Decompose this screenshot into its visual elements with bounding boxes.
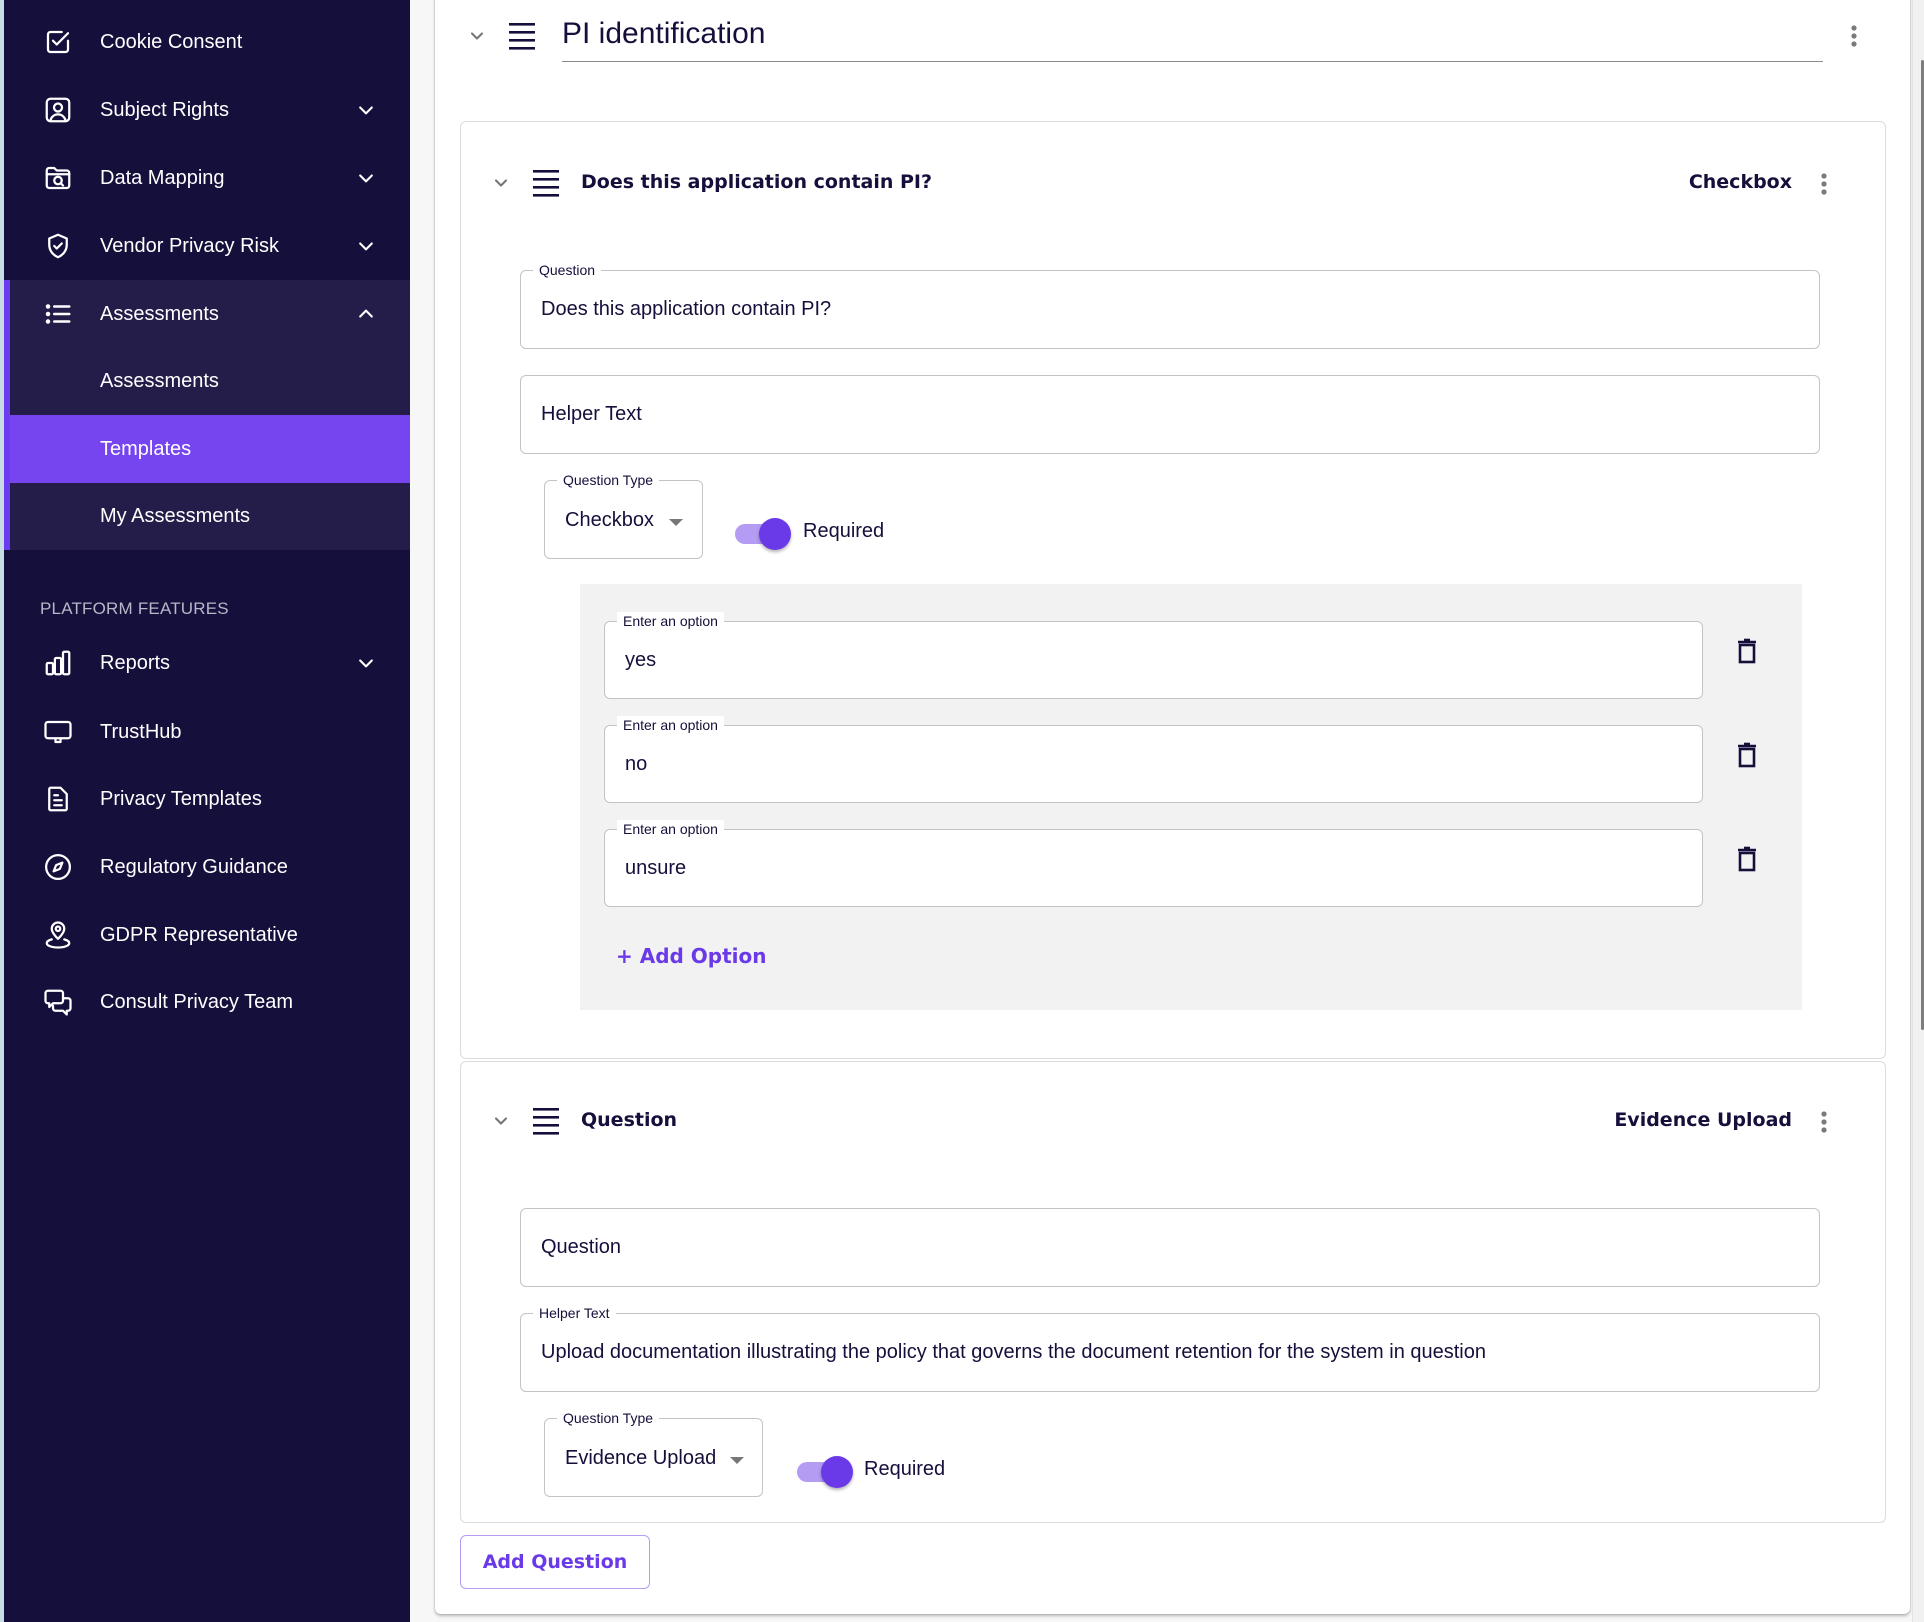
question-text-input[interactable] (541, 271, 1799, 348)
sidebar-item-label: Vendor Privacy Risk (100, 234, 279, 257)
sidebar-item-privacy-templates[interactable]: Privacy Templates (4, 765, 410, 833)
add-question-button[interactable]: Add Question (460, 1535, 650, 1589)
delete-option-trash-icon[interactable] (1732, 636, 1762, 666)
required-toggle[interactable] (733, 514, 793, 550)
sidebar-subitem-assessments[interactable]: Assessments (10, 347, 410, 415)
sidebar-item-subject-rights[interactable]: Subject Rights (4, 76, 410, 144)
user-portrait-icon (41, 93, 75, 127)
question-header-title: Does this application contain PI? (581, 171, 933, 193)
sidebar-item-label: Assessments (100, 302, 219, 325)
chevron-up-icon[interactable] (354, 302, 378, 326)
add-option-button[interactable]: + Add Option (616, 944, 767, 968)
question-header-type: Evidence Upload (1614, 1109, 1792, 1131)
toggle-thumb (821, 1456, 853, 1488)
field-label: Question Type (557, 471, 660, 489)
sidebar-item-gdpr-representative[interactable]: GDPR Representative (4, 901, 410, 969)
field-label: Question Type (557, 1409, 660, 1427)
chevron-down-icon[interactable] (354, 166, 378, 190)
sidebar-item-label: GDPR Representative (100, 923, 298, 946)
question-collapse-chevron-icon[interactable] (488, 1108, 514, 1134)
question-text-field[interactable] (520, 1208, 1820, 1287)
document-icon (41, 782, 75, 816)
required-toggle[interactable] (795, 1452, 855, 1488)
sidebar-subitem-templates[interactable]: Templates (10, 415, 410, 483)
sidebar-item-label: Data Mapping (100, 166, 225, 189)
delete-option-trash-icon[interactable] (1732, 740, 1762, 770)
helper-text-input[interactable] (541, 1314, 1799, 1391)
option-input[interactable] (625, 622, 1682, 698)
sidebar-item-trusthub[interactable]: TrustHub (4, 698, 410, 766)
shield-check-icon (41, 229, 75, 263)
question-text-input[interactable] (541, 1209, 1799, 1286)
option-input[interactable] (625, 830, 1682, 906)
monitor-icon (41, 715, 75, 749)
option-field[interactable]: Enter an option (604, 820, 1703, 907)
sidebar-item-label: Regulatory Guidance (100, 855, 288, 878)
bar-chart-icon (41, 646, 75, 680)
location-pin-icon (41, 918, 75, 952)
helper-text-field[interactable] (520, 375, 1820, 454)
sidebar-subitem-my-assessments[interactable]: My Assessments (10, 482, 410, 550)
question-header-title: Question (581, 1109, 678, 1131)
drag-handle-icon[interactable] (506, 18, 538, 54)
question-drag-handle-icon[interactable] (532, 167, 560, 199)
chevron-down-icon[interactable] (354, 234, 378, 258)
chevron-down-icon[interactable] (354, 98, 378, 122)
sidebar-item-assessments-group[interactable]: Assessments (4, 280, 410, 348)
sidebar-item-consult-privacy-team[interactable]: Consult Privacy Team (4, 968, 410, 1036)
sidebar-item-vendor-privacy-risk[interactable]: Vendor Privacy Risk (4, 212, 410, 280)
question-collapse-chevron-icon[interactable] (488, 170, 514, 196)
chevron-down-icon[interactable] (354, 651, 378, 675)
sidebar-item-label: My Assessments (100, 504, 251, 527)
sidebar-item-label: Privacy Templates (100, 787, 262, 810)
sidebar-item-label: Assessments (100, 369, 219, 392)
question-header-type: Checkbox (1688, 171, 1792, 193)
sidebar-item-label: Consult Privacy Team (100, 990, 294, 1013)
question-type-value: Evidence Upload (565, 1447, 717, 1469)
folder-search-icon (41, 161, 75, 195)
question-text-field[interactable]: Question (520, 261, 1820, 349)
required-label: Required (803, 520, 885, 542)
section-title-input[interactable] (562, 12, 1823, 62)
sidebar-item-cookie-consent[interactable]: Cookie Consent (4, 8, 410, 76)
delete-option-trash-icon[interactable] (1732, 844, 1762, 874)
question-drag-handle-icon[interactable] (532, 1105, 560, 1137)
dropdown-caret-icon (669, 519, 683, 526)
option-field[interactable]: Enter an option (604, 612, 1703, 699)
sidebar-item-regulatory-guidance[interactable]: Regulatory Guidance (4, 833, 410, 901)
question-type-value: Checkbox (565, 509, 654, 531)
checkbox-icon (41, 25, 75, 59)
sidebar-item-label: Reports (100, 651, 171, 674)
sidebar: Cookie Consent Subject Rights Data Mappi… (4, 0, 410, 1622)
question-type-select[interactable]: Question Type Evidence Upload (544, 1409, 763, 1497)
sidebar-item-reports[interactable]: Reports (4, 629, 410, 697)
list-icon (41, 297, 75, 331)
compass-icon (41, 850, 75, 884)
section-collapse-chevron-icon[interactable] (464, 23, 490, 49)
required-label: Required (864, 1458, 946, 1480)
sidebar-item-label: Templates (100, 437, 192, 460)
helper-text-field[interactable]: Helper Text (520, 1304, 1820, 1392)
question-more-options-icon[interactable] (1810, 1106, 1838, 1138)
section-more-options-icon[interactable] (1840, 20, 1868, 52)
toggle-thumb (759, 518, 791, 550)
sidebar-item-data-mapping[interactable]: Data Mapping (4, 144, 410, 212)
sidebar-item-label: TrustHub (100, 720, 182, 743)
chat-bubbles-icon (41, 985, 75, 1019)
helper-text-input[interactable] (541, 376, 1799, 453)
platform-features-heading: PLATFORM FEATURES (40, 599, 229, 618)
option-input[interactable] (625, 726, 1682, 802)
dropdown-caret-icon (730, 1457, 744, 1464)
sidebar-item-label: Subject Rights (100, 98, 229, 121)
sidebar-item-label: Cookie Consent (100, 30, 243, 53)
question-more-options-icon[interactable] (1810, 168, 1838, 200)
option-field[interactable]: Enter an option (604, 716, 1703, 803)
question-type-select[interactable]: Question Type Checkbox (544, 471, 703, 559)
